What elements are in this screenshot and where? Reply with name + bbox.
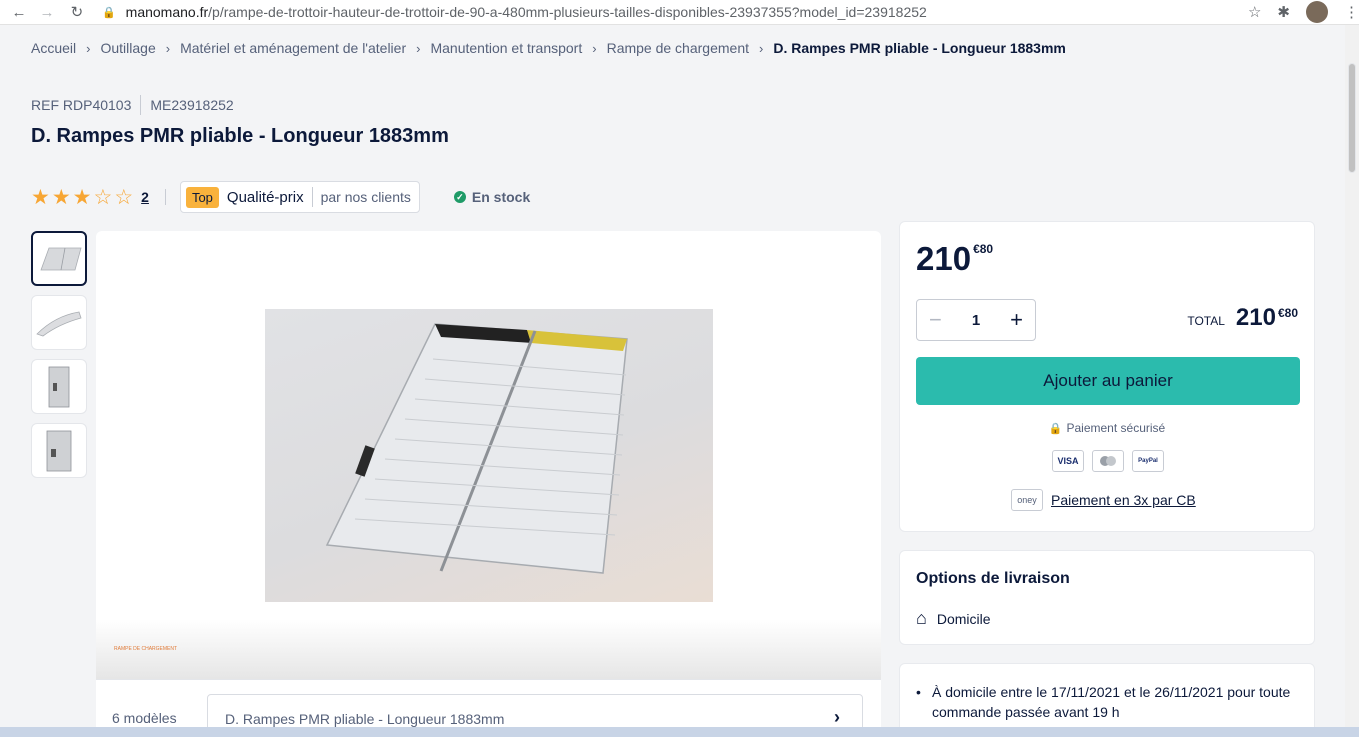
star-full-icon: ★ xyxy=(31,185,50,209)
breadcrumb-item[interactable]: Outillage xyxy=(100,40,155,56)
chevron-right-icon: › xyxy=(834,707,840,727)
address-bar[interactable]: 🔒 manomano.fr/p/rampe-de-trottoir-hauteu… xyxy=(102,0,1238,25)
oney-link[interactable]: Paiement en 3x par CB xyxy=(1051,492,1196,508)
star-empty-icon: ☆ xyxy=(114,185,134,209)
oney-logo-icon: oney xyxy=(1011,489,1043,511)
breadcrumb-item[interactable]: Manutention et transport xyxy=(430,40,582,56)
delivery-option-home[interactable]: ⌂ Domicile xyxy=(916,608,991,629)
breadcrumb: Accueil › Outillage › Matériel et aménag… xyxy=(31,40,1066,56)
url-path: /p/rampe-de-trottoir-hauteur-de-trottoir… xyxy=(208,4,927,20)
star-full-icon: ★ xyxy=(51,185,71,209)
breadcrumb-item[interactable]: Accueil xyxy=(31,40,76,56)
quantity-stepper[interactable]: − 1 + xyxy=(916,299,1036,341)
quality-label: Qualité-prix xyxy=(226,188,304,206)
chevron-right-icon: › xyxy=(86,40,91,56)
review-count-link[interactable]: 2 xyxy=(141,189,149,205)
star-rating[interactable]: ★ ★ ★ ☆ ☆ xyxy=(31,187,133,208)
product-title: D. Rampes PMR pliable - Longueur 1883mm xyxy=(31,125,449,147)
lock-icon: 🔒 xyxy=(101,6,116,19)
chevron-right-icon: › xyxy=(592,40,597,56)
divider xyxy=(311,187,313,207)
check-circle-icon: ✓ xyxy=(453,191,466,203)
paypal-icon: PayPal xyxy=(1132,450,1164,472)
brand-watermark: RAMPE DE CHARGEMENT xyxy=(114,646,178,652)
stock-label: En stock xyxy=(471,189,531,205)
total-price: TOTAL 210 €80 xyxy=(1187,304,1298,332)
rating-row: ★ ★ ★ ☆ ☆ 2 Top Qualité-prix par nos cli… xyxy=(31,181,530,213)
star-full-icon: ★ xyxy=(72,185,92,209)
back-arrow-icon[interactable]: ← xyxy=(8,1,30,23)
product-photo xyxy=(265,309,713,602)
thumbnail-1[interactable] xyxy=(31,231,87,286)
delivery-option-label: Domicile xyxy=(936,610,991,627)
page-scrollbar[interactable] xyxy=(1345,25,1359,727)
quantity-value[interactable]: 1 xyxy=(972,312,980,329)
price-card: 210 €80 − 1 + TOTAL 210 €80 Ajouter au pan… xyxy=(899,221,1315,532)
profile-avatar[interactable] xyxy=(1305,1,1328,23)
secure-payment-label: Paiement sécurisé xyxy=(1066,421,1166,435)
visa-icon: VISA xyxy=(1052,450,1084,472)
delivery-date-text: À domicile entre le 17/11/2021 et le 26/… xyxy=(932,684,1291,720)
quality-source: par nos clients xyxy=(320,189,411,205)
mastercard-icon xyxy=(1092,450,1124,472)
extensions-icon[interactable]: ✱ xyxy=(1277,3,1290,21)
menu-dots-icon[interactable]: ⋮ xyxy=(1344,3,1359,21)
chevron-right-icon: › xyxy=(165,40,171,56)
os-taskbar xyxy=(0,727,1359,737)
secure-payment: 🔒 Paiement sécurisé xyxy=(900,421,1314,435)
chevron-right-icon: › xyxy=(416,40,421,56)
product-me: ME23918252 xyxy=(150,97,234,113)
breadcrumb-current: D. Rampes PMR pliable - Longueur 1883mm xyxy=(773,40,1066,56)
price-integer: 210 xyxy=(916,240,972,277)
top-badge: Top xyxy=(185,186,219,208)
divider xyxy=(140,95,142,115)
product-ref: REF RDP40103 xyxy=(31,97,132,113)
main-product-image[interactable]: RAMPE DE CHARGEMENT xyxy=(96,231,881,679)
oney-payment[interactable]: oney Paiement en 3x par CB xyxy=(1011,489,1196,511)
add-to-cart-button[interactable]: Ajouter au panier xyxy=(916,357,1300,405)
browser-toolbar: ← → ↻ 🔒 manomano.fr/p/rampe-de-trottoir-… xyxy=(0,0,1359,25)
quality-badge: Top Qualité-prix par nos clients xyxy=(179,181,420,213)
divider xyxy=(164,189,166,205)
bullet: • xyxy=(916,684,921,700)
forward-arrow-icon[interactable]: → xyxy=(36,1,58,23)
models-count-label: 6 modèles xyxy=(112,710,177,726)
total-label: TOTAL xyxy=(1187,314,1225,328)
breadcrumb-item[interactable]: Matériel et aménagement de l'atelier xyxy=(180,40,406,56)
delivery-options-card: Options de livraison ⌂ Domicile xyxy=(899,550,1315,645)
lock-icon: 🔒 xyxy=(1048,423,1063,435)
delivery-date-item: • À domicile entre le 17/11/2021 et le 2… xyxy=(916,682,1296,722)
total-value: 210 €80 xyxy=(1236,304,1298,332)
breadcrumb-item[interactable]: Rampe de chargement xyxy=(607,40,749,56)
minus-icon[interactable]: − xyxy=(929,307,942,333)
thumbnail-2[interactable] xyxy=(31,295,87,350)
scrollbar-thumb[interactable] xyxy=(1348,63,1356,173)
delivery-heading: Options de livraison xyxy=(916,570,1070,587)
home-icon: ⌂ xyxy=(916,608,927,628)
price-cents: €80 xyxy=(973,242,994,256)
thumbnail-4[interactable] xyxy=(31,423,87,478)
bookmark-star-icon[interactable]: ☆ xyxy=(1248,3,1261,21)
delivery-dates-card: • À domicile entre le 17/11/2021 et le 2… xyxy=(899,663,1315,737)
url-host: manomano.fr xyxy=(125,4,209,20)
product-references: REF RDP40103 ME23918252 xyxy=(31,95,234,115)
payment-methods: VISA PayPal xyxy=(1052,450,1164,472)
price: 210 €80 xyxy=(916,240,993,278)
total-integer: 210 xyxy=(1235,304,1276,331)
plus-icon[interactable]: + xyxy=(1010,307,1023,333)
image-fade xyxy=(96,619,881,679)
star-empty-icon: ☆ xyxy=(93,185,113,209)
chevron-right-icon: › xyxy=(759,40,764,56)
selected-model: D. Rampes PMR pliable - Longueur 1883mm xyxy=(225,711,505,727)
thumbnail-3[interactable] xyxy=(31,359,87,414)
stock-status: ✓ En stock xyxy=(453,189,531,205)
total-cents: €80 xyxy=(1277,306,1298,320)
reload-icon[interactable]: ↻ xyxy=(66,1,88,23)
